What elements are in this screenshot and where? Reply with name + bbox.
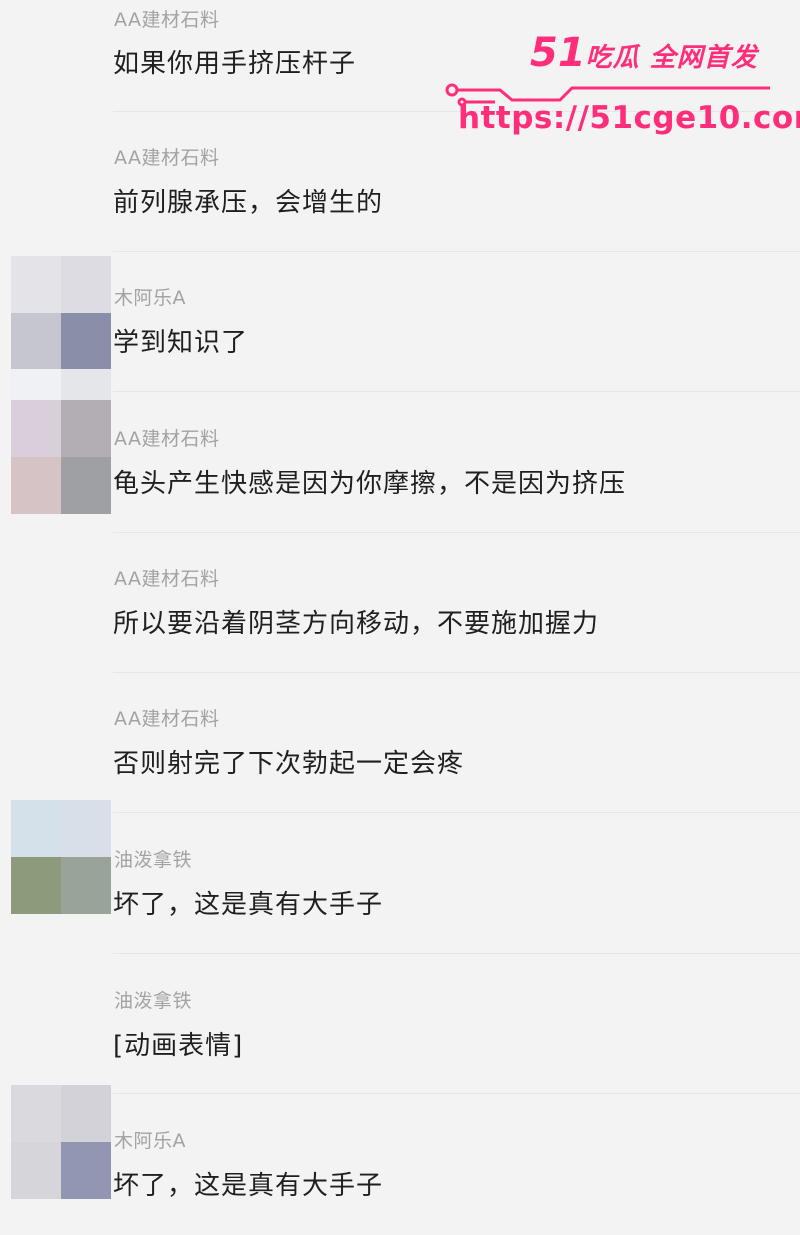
message-text: 坏了，这是真有大手子 (113, 890, 384, 920)
message-text: 学到知识了 (113, 328, 249, 358)
sender-name: 油泼拿铁 (114, 990, 193, 1012)
sender-name: AA建材石料 (114, 428, 220, 450)
list-item[interactable]: 木阿乐A 学到知识了 (0, 252, 800, 392)
watermark-logo: 51吃瓜 全网首发 (530, 30, 758, 76)
message-text: 所以要沿着阴茎方向移动，不要施加握力 (113, 609, 600, 639)
list-item[interactable]: 油泼拿铁 [动画表情] (0, 955, 800, 1095)
chat-feed: AA建材石料 如果你用手挤压杆子 AA建材石料 前列腺承压，会增生的 木阿乐A … (0, 0, 800, 1216)
message-text: 否则射完了下次勃起一定会疼 (113, 749, 465, 779)
message-text: 坏了，这是真有大手子 (113, 1171, 384, 1201)
sender-name: 木阿乐A (114, 287, 186, 309)
divider (113, 391, 800, 392)
sender-name: 油泼拿铁 (114, 849, 193, 871)
sender-name: AA建材石料 (114, 708, 220, 730)
watermark-brand-text: 吃瓜 全网首发 (585, 43, 758, 73)
watermark-number: 51 (530, 30, 586, 76)
list-item[interactable]: 油泼拿铁 坏了，这是真有大手子 (0, 814, 800, 954)
sender-name: 木阿乐A (114, 1130, 186, 1152)
message-text: 龟头产生快感是因为你摩擦，不是因为挤压 (113, 469, 627, 499)
sender-name: AA建材石料 (114, 9, 220, 31)
message-text: 如果你用手挤压杆子 (113, 49, 357, 79)
divider (113, 812, 800, 813)
sender-name: AA建材石料 (114, 568, 220, 590)
list-item[interactable]: 木阿乐A 坏了，这是真有大手子 (0, 1095, 800, 1235)
watermark: 51吃瓜 全网首发 https://51cge10.com (440, 30, 800, 150)
list-item[interactable]: AA建材石料 龟头产生快感是因为你摩擦，不是因为挤压 (0, 393, 800, 533)
message-text: 前列腺承压，会增生的 (113, 188, 384, 218)
watermark-url: https://51cge10.com (458, 100, 800, 136)
divider (113, 953, 800, 954)
divider (113, 1093, 800, 1094)
message-text: [动画表情] (113, 1031, 244, 1061)
list-item[interactable]: AA建材石料 否则射完了下次勃起一定会疼 (0, 673, 800, 813)
list-item[interactable]: AA建材石料 所以要沿着阴茎方向移动，不要施加握力 (0, 533, 800, 673)
sender-name: AA建材石料 (114, 147, 220, 169)
